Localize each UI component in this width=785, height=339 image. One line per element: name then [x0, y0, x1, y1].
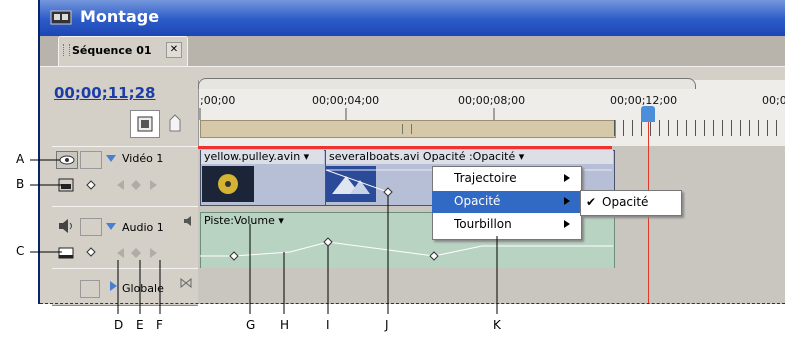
callout-a: A — [16, 152, 25, 166]
callout-e: E — [136, 318, 144, 332]
callout-i: I — [326, 318, 330, 332]
callout-d: D — [114, 318, 124, 332]
callout-c: C — [16, 244, 25, 258]
callout-f: F — [156, 318, 163, 332]
callout-h: H — [280, 318, 290, 332]
callout-k: K — [493, 318, 501, 332]
callout-lines — [30, 159, 498, 314]
callout-g: G — [246, 318, 256, 332]
callout-b: B — [16, 177, 25, 191]
callout-j: J — [385, 318, 389, 332]
